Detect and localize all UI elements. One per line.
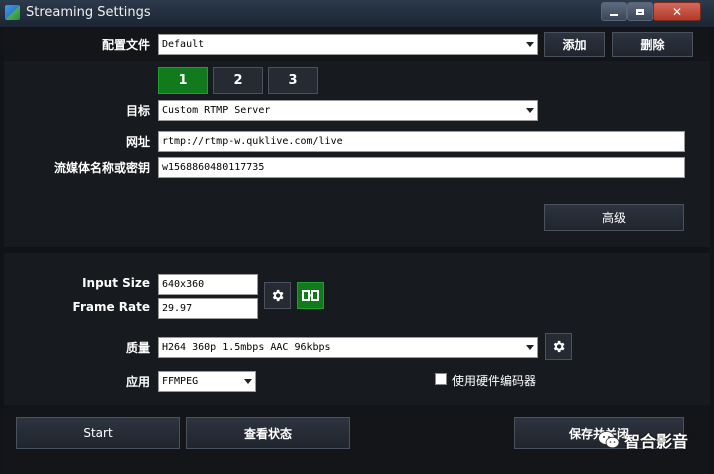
input-size-label: Input Size	[82, 276, 150, 290]
advanced-button[interactable]: 高级	[544, 204, 684, 231]
gear-icon	[553, 340, 565, 353]
delete-profile-button[interactable]: 删除	[612, 32, 693, 57]
profile-value: Default	[162, 39, 205, 50]
target-select[interactable]: Custom RTMP Server	[158, 100, 538, 121]
link-icon	[302, 290, 319, 301]
watermark: 智合影音	[598, 428, 688, 452]
url-input[interactable]: rtmp://rtmp-w.quklive.com/live	[158, 131, 685, 152]
target-value: Custom RTMP Server	[162, 105, 271, 116]
tab-1[interactable]: 1	[158, 67, 208, 94]
window-title: Streaming Settings	[26, 5, 151, 20]
hardware-encoder-checkbox[interactable]	[435, 373, 447, 385]
input-size-input[interactable]: 640x360	[158, 274, 258, 295]
title-bar: Streaming Settings ✕	[0, 0, 714, 27]
aspect-link-toggle[interactable]	[297, 282, 324, 309]
hardware-encoder-label: 使用硬件编码器	[452, 374, 537, 388]
app-icon	[5, 5, 20, 20]
target-label: 目标	[125, 104, 150, 118]
add-profile-button[interactable]: 添加	[544, 32, 605, 57]
profile-label: 配置文件	[101, 38, 150, 52]
chevron-down-icon	[244, 379, 252, 384]
tab-2[interactable]: 2	[213, 67, 263, 94]
stream-key-label: 流媒体名称或密钥	[53, 161, 150, 175]
maximize-icon	[636, 8, 644, 15]
chevron-down-icon	[526, 108, 534, 113]
profile-select[interactable]: Default	[158, 34, 538, 55]
application-select[interactable]: FFMPEG	[158, 371, 256, 392]
stream-key-input[interactable]: w1568860480117735	[158, 157, 685, 178]
wechat-icon	[598, 431, 620, 449]
frame-rate-label: Frame Rate	[72, 300, 150, 314]
close-button[interactable]: ✕	[653, 2, 701, 21]
view-status-button[interactable]: 查看状态	[186, 417, 350, 449]
quality-value: H264 360p 1.5mbps AAC 96kbps	[162, 342, 331, 353]
url-label: 网址	[125, 135, 150, 149]
minimize-button[interactable]	[601, 2, 627, 21]
chevron-down-icon	[526, 42, 534, 47]
maximize-button[interactable]	[627, 2, 653, 21]
quality-select[interactable]: H264 360p 1.5mbps AAC 96kbps	[158, 337, 538, 358]
start-button[interactable]: Start	[16, 417, 180, 449]
watermark-text: 智合影音	[624, 432, 689, 451]
tab-3[interactable]: 3	[268, 67, 318, 94]
close-icon: ✕	[671, 4, 683, 19]
chevron-down-icon	[526, 345, 534, 350]
input-settings-button[interactable]	[264, 282, 291, 309]
frame-rate-input[interactable]: 29.97	[158, 298, 258, 319]
quality-label: 质量	[125, 341, 150, 355]
gear-icon	[272, 289, 284, 302]
quality-settings-button[interactable]	[545, 333, 572, 360]
application-value: FFMPEG	[162, 376, 199, 387]
minimize-icon	[610, 14, 618, 16]
application-label: 应用	[125, 375, 150, 389]
